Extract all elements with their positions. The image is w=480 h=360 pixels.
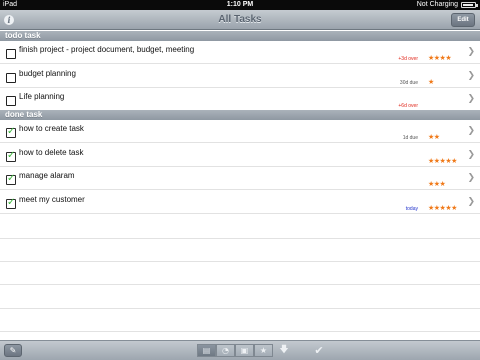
priority-stars: ★★ [428,133,440,141]
unchecked-checkbox[interactable] [6,96,16,106]
task-row[interactable]: how to create task 1d due ★★ ❯ [0,120,480,143]
unchecked-checkbox[interactable] [6,72,16,83]
due-label: +3d over [398,56,418,62]
task-name: how to delete task [19,147,84,157]
due-label: 1d due [402,135,418,141]
empty-row-divider [0,308,480,309]
chevron-right-icon[interactable]: ❯ [467,150,475,160]
chevron-right-icon[interactable]: ❯ [467,47,475,57]
task-name: Life planning [19,92,65,101]
list-icon[interactable]: ▤ [197,344,216,357]
task-row[interactable]: how to delete task ★★★★★ ❯ [0,143,480,167]
battery-icon [461,2,478,8]
section-header-done: done task [0,110,480,120]
star-icon[interactable]: ★ [254,344,273,357]
priority-stars: ★ [428,77,434,86]
task-row[interactable]: Life planning +6d over ❯ [0,88,480,111]
priority-stars: ★★★★ [428,54,452,62]
status-bar: iPad 1:10 PM Not Charging [0,0,480,10]
blank-icon[interactable]: ▣ [235,344,254,357]
priority-stars: ★★★★★ [428,203,457,212]
charging-status: Not Charging [416,1,458,8]
due-label: +6d over [398,103,418,109]
edit-button[interactable]: Edit [451,13,475,27]
chevron-right-icon[interactable]: ❯ [467,71,475,81]
unchecked-checkbox[interactable] [6,49,16,59]
navigation-bar: i All Tasks Edit [0,10,480,30]
task-name: manage alaram [19,171,75,180]
empty-row-divider [0,284,480,285]
chevron-right-icon[interactable]: ❯ [467,197,475,207]
chevron-right-icon[interactable]: ❯ [467,94,475,104]
task-row[interactable]: manage alaram ★★★ ❯ [0,167,480,190]
checkmark-icon[interactable]: ✔ [312,344,326,357]
task-name: how to create task [19,124,84,133]
checked-checkbox[interactable] [6,173,16,185]
arrow-down-icon[interactable]: 🡇 [277,344,291,357]
chevron-right-icon[interactable]: ❯ [467,126,475,136]
priority-stars: ★★★★★ [428,156,457,165]
empty-row-divider [0,331,480,332]
clock: 1:10 PM [226,1,254,8]
due-label: 30d due [399,79,418,86]
empty-row-divider [0,261,480,262]
page-title: All Tasks [218,14,262,25]
task-name: budget planning [19,68,76,78]
due-label: today [405,205,418,212]
compose-icon[interactable]: ✎ [4,344,22,357]
task-row[interactable]: finish project - project document, budge… [0,41,480,64]
task-row[interactable]: meet my customer today ★★★★★ ❯ [0,190,480,214]
section-header-todo: todo task [0,31,480,41]
checked-checkbox[interactable] [6,197,16,209]
chevron-right-icon[interactable]: ❯ [467,173,475,183]
empty-row-divider [0,238,480,239]
bottom-toolbar: ✎ ▤ ◔ ▣ ★ 🡇 ✔ [0,340,480,360]
task-name: meet my customer [19,194,85,204]
priority-stars: ★★★ [428,180,446,188]
checked-checkbox[interactable] [6,126,16,138]
checked-checkbox[interactable] [6,150,16,162]
clock-icon[interactable]: ◔ [216,344,235,357]
task-name: finish project - project document, budge… [19,45,195,54]
task-row[interactable]: budget planning 30d due ★ ❯ [0,64,480,88]
